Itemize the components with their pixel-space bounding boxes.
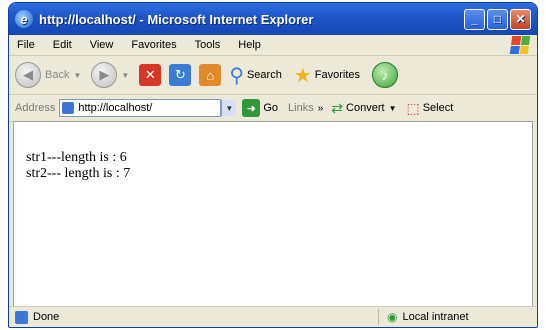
- search-button[interactable]: ⚲ Search: [229, 63, 282, 88]
- convert-button[interactable]: ⇄ Convert ▼: [331, 100, 396, 117]
- ie-logo-icon: e: [15, 10, 33, 28]
- minimize-button[interactable]: _: [464, 8, 485, 30]
- menu-favorites[interactable]: Favorites: [131, 39, 176, 51]
- back-icon: ◀: [15, 62, 41, 88]
- chevron-down-icon: ▼: [73, 70, 82, 80]
- page-content: str1---length is : 6 str2--- length is :…: [13, 121, 533, 307]
- menu-view[interactable]: View: [90, 39, 114, 51]
- search-icon: ⚲: [229, 64, 244, 87]
- select-label: Select: [422, 102, 454, 114]
- address-label: Address: [15, 102, 56, 114]
- windows-flag-icon: [509, 36, 531, 54]
- browser-window: e http://localhost/ - Microsoft Internet…: [8, 2, 538, 328]
- home-icon[interactable]: ⌂: [199, 64, 222, 86]
- search-label: Search: [246, 69, 282, 81]
- address-dropdown-button[interactable]: ▼: [221, 100, 237, 116]
- back-label: Back: [45, 69, 70, 81]
- convert-label: Convert: [346, 102, 385, 114]
- chevron-down-icon: ▼: [388, 103, 397, 113]
- security-zone: ◉ Local intranet: [378, 309, 537, 325]
- output-line-2: str2--- length is : 7: [26, 166, 131, 181]
- intranet-icon: ◉: [387, 310, 398, 324]
- title-bar[interactable]: e http://localhost/ - Microsoft Internet…: [9, 3, 537, 35]
- menu-file[interactable]: File: [17, 39, 35, 51]
- chevron-right-icon[interactable]: »: [318, 103, 324, 114]
- done-icon: [15, 310, 28, 324]
- standard-toolbar: ◀ Back ▼ ▶ ▼ ✕ ↻ ⌂ ⚲ Search ★ Favorites …: [9, 56, 537, 95]
- close-button[interactable]: ✕: [510, 8, 531, 30]
- address-input[interactable]: http://localhost/: [59, 99, 222, 117]
- back-button[interactable]: ◀ Back ▼: [15, 62, 81, 88]
- zone-label: Local intranet: [402, 311, 469, 323]
- chevron-down-icon: ▼: [121, 70, 130, 80]
- go-label: Go: [263, 102, 279, 114]
- select-icon: ⬚: [406, 99, 420, 116]
- menu-help[interactable]: Help: [238, 39, 261, 51]
- select-button[interactable]: ⬚ Select: [406, 100, 453, 117]
- refresh-icon[interactable]: ↻: [169, 64, 192, 86]
- status-bar: Done ◉ Local intranet: [9, 306, 537, 327]
- go-button[interactable]: ➜ Go: [242, 99, 278, 117]
- convert-icon: ⇄: [331, 99, 344, 116]
- menu-edit[interactable]: Edit: [53, 39, 72, 51]
- output-line-1: str1---length is : 6: [26, 150, 127, 165]
- address-bar: Address http://localhost/ ▼ ➜ Go Links »…: [9, 95, 537, 122]
- forward-button[interactable]: ▶ ▼: [91, 62, 129, 88]
- menu-tools[interactable]: Tools: [195, 39, 221, 51]
- favorites-button[interactable]: ★ Favorites: [294, 63, 360, 88]
- window-title: http://localhost/ - Microsoft Internet E…: [39, 11, 314, 27]
- address-text: http://localhost/: [78, 102, 153, 114]
- media-icon[interactable]: ♪: [372, 62, 399, 88]
- stop-icon[interactable]: ✕: [139, 64, 162, 86]
- menu-bar: File Edit View Favorites Tools Help: [9, 35, 537, 56]
- go-icon: ➜: [242, 99, 261, 117]
- favorites-icon: ★: [293, 64, 312, 87]
- links-button[interactable]: Links: [288, 102, 314, 114]
- page-icon: [62, 102, 75, 114]
- status-text: Done: [33, 311, 60, 323]
- favorites-label: Favorites: [314, 69, 361, 81]
- forward-icon: ▶: [91, 62, 118, 88]
- maximize-button[interactable]: □: [487, 8, 508, 30]
